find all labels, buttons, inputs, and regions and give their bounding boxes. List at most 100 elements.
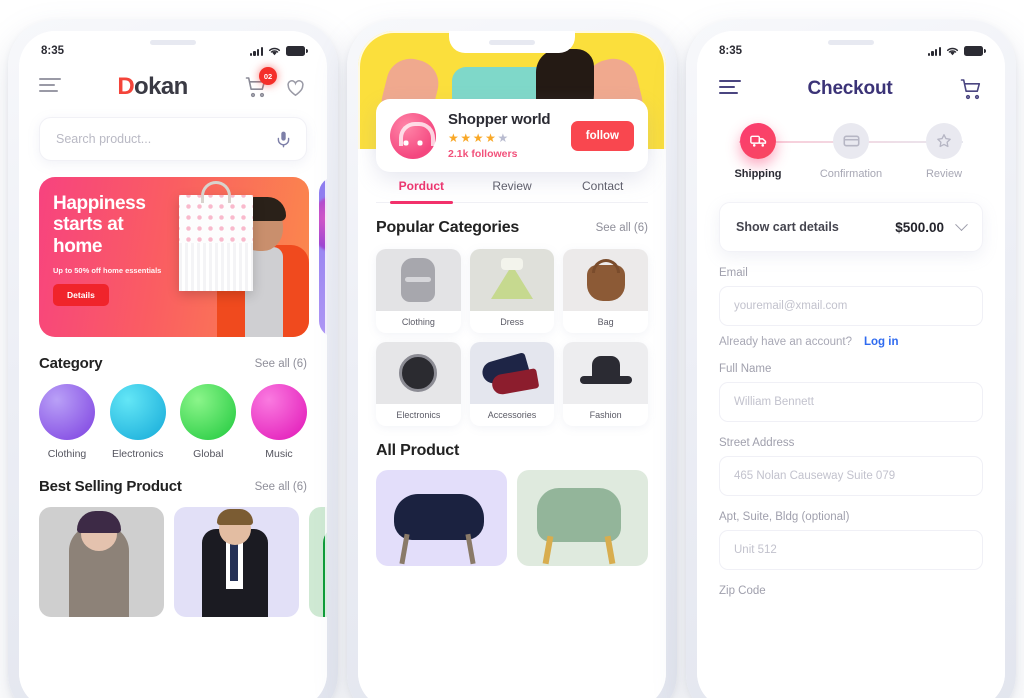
category-label: Bag xyxy=(597,317,614,327)
product-card[interactable] xyxy=(309,507,327,617)
category-label: Fashion xyxy=(589,410,622,420)
category-image xyxy=(469,249,555,311)
phone-1-screen: 8:35 Dokan 02 Search product... Happines… xyxy=(19,31,327,698)
apt-suite-field[interactable]: Unit 512 xyxy=(719,530,983,570)
promo-banner-next[interactable] xyxy=(319,177,327,337)
category-image xyxy=(563,249,648,311)
popular-category-accessories[interactable]: Accessories xyxy=(469,342,555,426)
category-item-electronics[interactable]: Electronics xyxy=(109,384,166,460)
field-zip-code: Zip Code xyxy=(719,585,983,597)
cart-summary-right: $500.00 xyxy=(895,217,968,235)
popular-category-electronics[interactable]: Electronics xyxy=(376,342,461,426)
search-bar[interactable]: Search product... xyxy=(39,117,307,161)
category-thumb xyxy=(180,384,237,440)
category-image xyxy=(469,342,555,404)
tab-product[interactable]: Porduct xyxy=(376,179,467,204)
category-see-all[interactable]: See all (6) xyxy=(255,358,307,370)
promo-banner[interactable]: Happiness starts at home Up to 50% off h… xyxy=(39,177,309,337)
menu-icon[interactable] xyxy=(39,78,61,96)
cart-icon xyxy=(960,79,981,100)
street-address-field[interactable]: 465 Nolan Causeway Suite 079 xyxy=(719,456,983,496)
banner-details-button[interactable]: Details xyxy=(53,283,109,306)
search-input[interactable]: Search product... xyxy=(56,132,151,146)
popular-category-dress[interactable]: Dress xyxy=(469,249,555,333)
popular-categories-see-all[interactable]: See all (6) xyxy=(596,222,648,234)
email-field[interactable]: youremail@xmail.com xyxy=(719,286,983,326)
card-icon xyxy=(833,123,869,159)
star-icon xyxy=(926,123,962,159)
app-logo: Dokan xyxy=(117,73,188,101)
field-email: Email youremail@xmail.com xyxy=(719,267,983,326)
category-label: Accessories xyxy=(487,410,537,420)
all-product-title: All Product xyxy=(376,442,460,459)
logo-letter-d: D xyxy=(117,73,135,100)
product-card[interactable] xyxy=(376,470,507,566)
field-full-name: Full Name William Bennett xyxy=(719,363,983,422)
field-label: Apt, Suite, Bldg (optional) xyxy=(719,511,850,523)
battery-icon xyxy=(286,46,308,56)
product-card[interactable] xyxy=(174,507,299,617)
popular-category-fashion[interactable]: Fashion xyxy=(563,342,648,426)
step-review[interactable]: Review xyxy=(907,123,981,180)
step-confirmation[interactable]: Confirmation xyxy=(814,123,888,180)
store-avatar xyxy=(390,112,436,159)
category-image xyxy=(376,342,461,404)
truck-icon xyxy=(740,123,776,159)
tab-contact[interactable]: Contact xyxy=(557,179,648,202)
heart-icon[interactable] xyxy=(284,76,307,99)
account-question: Already have an account? xyxy=(719,336,852,348)
cart-summary-toggle[interactable]: Show cart details $500.00 xyxy=(719,202,983,252)
battery-icon xyxy=(964,46,986,56)
step-shipping[interactable]: Shipping xyxy=(721,123,795,180)
popular-categories-title: Popular Categories xyxy=(376,219,520,236)
earpiece-speaker xyxy=(489,39,535,45)
status-icons xyxy=(249,46,308,56)
best-selling-header: Best Selling Product See all (6) xyxy=(39,478,307,495)
status-time: 8:35 xyxy=(41,45,65,57)
step-label: Confirmation xyxy=(819,168,883,180)
category-item-clothing[interactable]: Clothing xyxy=(39,384,95,460)
category-label: Music xyxy=(265,448,293,460)
microphone-icon[interactable] xyxy=(277,131,290,148)
login-link[interactable]: Log in xyxy=(864,336,899,348)
category-title: Category xyxy=(39,355,103,372)
product-card[interactable] xyxy=(39,507,164,617)
popular-category-bag[interactable]: Bag xyxy=(563,249,648,333)
category-item-music[interactable]: Music xyxy=(250,384,307,460)
signal-icon xyxy=(927,46,941,56)
wifi-icon xyxy=(268,46,281,56)
phone-1-home: 8:35 Dokan 02 Search product... Happines… xyxy=(8,20,338,698)
category-image xyxy=(563,342,648,404)
category-label: Clothing xyxy=(47,448,87,460)
store-rating-stars: ★★★★★ xyxy=(448,131,510,145)
header-actions: 02 xyxy=(244,67,307,99)
category-label: Global xyxy=(193,448,224,460)
status-icons xyxy=(927,46,986,56)
popular-categories-grid: Clothing Dress Bag Electronics Accessori… xyxy=(376,249,648,426)
wifi-icon xyxy=(946,46,959,56)
field-apt-suite: Apt, Suite, Bldg (optional) Unit 512 xyxy=(719,511,983,570)
phone-2-screen: Shopper world ★★★★★ 2.1k followers follo… xyxy=(358,31,666,698)
chevron-down-icon[interactable] xyxy=(955,217,968,231)
category-image xyxy=(376,249,461,311)
all-product-list xyxy=(376,470,648,566)
earpiece-speaker xyxy=(150,39,196,45)
best-selling-list xyxy=(39,507,327,617)
cart-button[interactable] xyxy=(959,77,983,101)
tab-review[interactable]: Review xyxy=(467,179,558,202)
follow-button[interactable]: follow xyxy=(570,120,634,151)
product-card[interactable] xyxy=(517,470,648,566)
category-item-global[interactable]: Global xyxy=(180,384,237,460)
shopping-bag-graphic xyxy=(179,181,253,291)
popular-category-clothing[interactable]: Clothing xyxy=(376,249,461,333)
best-selling-see-all[interactable]: See all (6) xyxy=(255,481,307,493)
menu-icon[interactable] xyxy=(719,80,741,98)
page-title: Checkout xyxy=(807,78,893,99)
category-label: Electronics xyxy=(111,448,164,460)
notch xyxy=(449,31,575,53)
logo-rest: okan xyxy=(134,73,188,100)
earpiece-speaker xyxy=(828,39,874,45)
cart-button[interactable]: 02 xyxy=(244,67,277,99)
promo-banner-carousel[interactable]: Happiness starts at home Up to 50% off h… xyxy=(39,177,327,337)
full-name-field[interactable]: William Bennett xyxy=(719,382,983,422)
